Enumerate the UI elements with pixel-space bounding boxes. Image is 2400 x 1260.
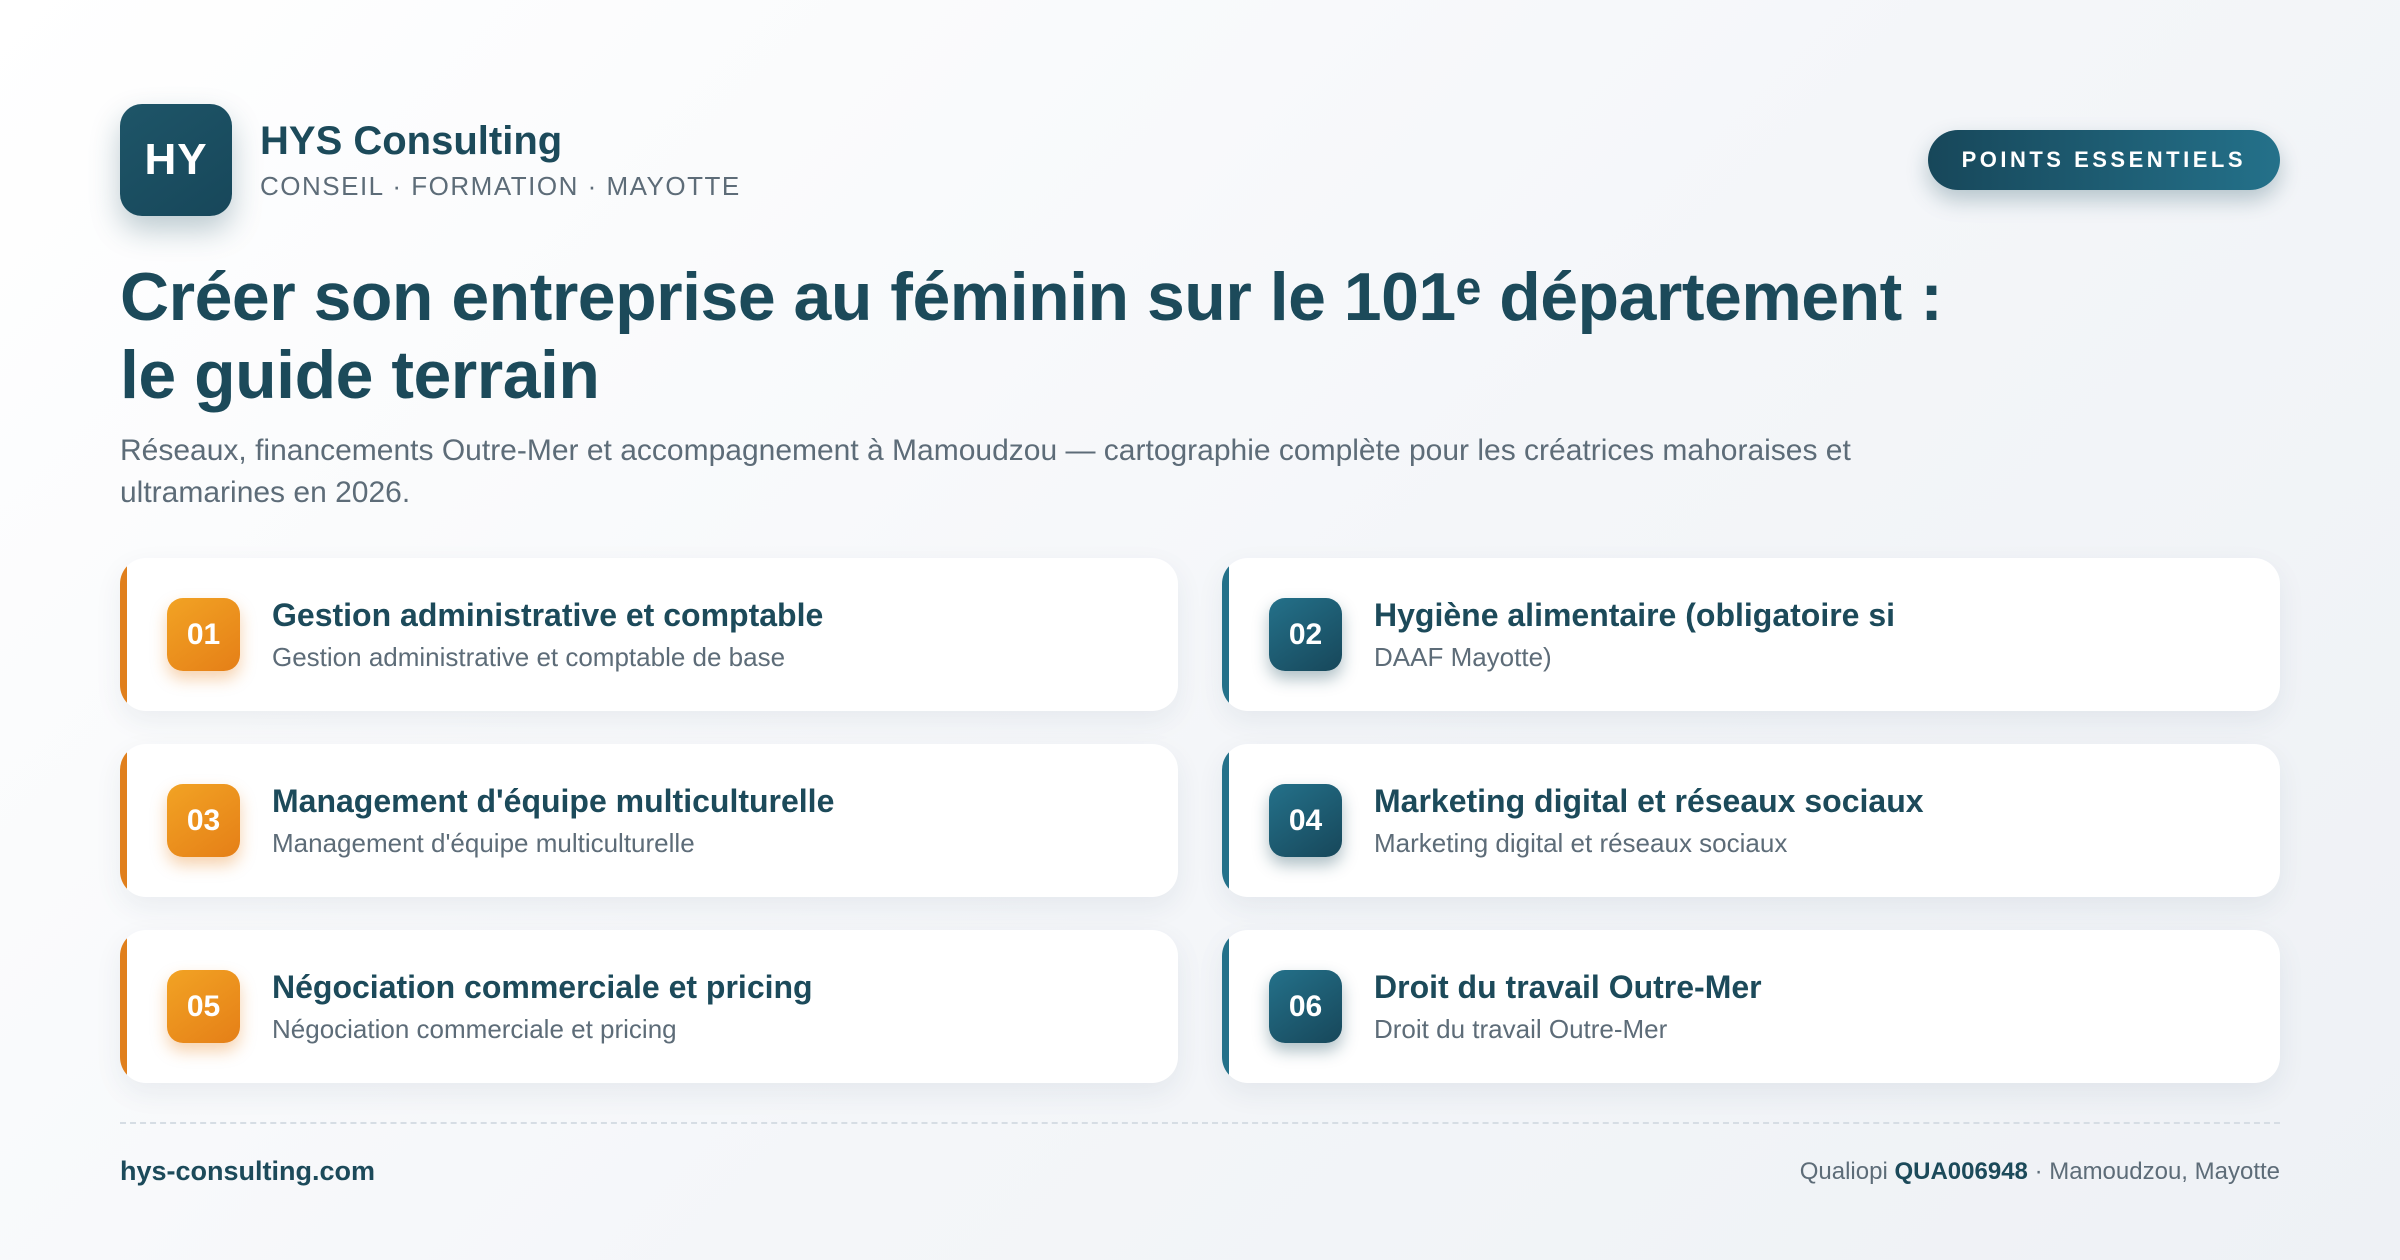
card-number-badge: 03 bbox=[167, 784, 240, 857]
key-point-card: 02 Hygiène alimentaire (obligatoire si D… bbox=[1222, 558, 2280, 711]
card-number-badge: 06 bbox=[1269, 970, 1342, 1043]
brand-text: HYS Consulting CONSEIL · FORMATION · MAY… bbox=[260, 119, 741, 202]
card-number-badge: 02 bbox=[1269, 598, 1342, 671]
page-title: Créer son entreprise au féminin sur le 1… bbox=[120, 258, 2120, 414]
key-points-grid: 01 Gestion administrative et comptable G… bbox=[120, 558, 2280, 1083]
card-title: Négociation commerciale et pricing bbox=[272, 968, 813, 1005]
card-accent-bar bbox=[120, 930, 127, 1083]
card-title: Management d'équipe multiculturelle bbox=[272, 782, 835, 819]
card-description: Négociation commerciale et pricing bbox=[272, 1014, 677, 1045]
page-subtitle: Réseaux, financements Outre-Mer et accom… bbox=[120, 434, 1851, 509]
card-text: Négociation commerciale et pricing Négoc… bbox=[272, 968, 813, 1046]
card-description: Management d'équipe multiculturelle bbox=[272, 828, 695, 859]
card-title: Marketing digital et réseaux sociaux bbox=[1374, 782, 1924, 819]
card-number-badge: 05 bbox=[167, 970, 240, 1043]
key-point-card: 01 Gestion administrative et comptable G… bbox=[120, 558, 1178, 711]
card-text: Hygiène alimentaire (obligatoire si DAAF… bbox=[1374, 596, 1895, 674]
key-point-card: 04 Marketing digital et réseaux sociaux … bbox=[1222, 744, 2280, 897]
card-description: Marketing digital et réseaux sociaux bbox=[1374, 828, 1788, 859]
card-number-badge: 04 bbox=[1269, 784, 1342, 857]
card-accent-bar bbox=[120, 744, 127, 897]
card-title: Droit du travail Outre-Mer bbox=[1374, 968, 1762, 1005]
footer-certification: Qualiopi QUA006948 · Mamoudzou, Mayotte bbox=[1800, 1158, 2280, 1186]
footer-location: · Mamoudzou, Mayotte bbox=[2034, 1158, 2280, 1185]
card-description: DAAF Mayotte) bbox=[1374, 642, 1552, 673]
page-title-line-1: Créer son entreprise au féminin sur le 1… bbox=[120, 259, 1943, 335]
card-accent-bar bbox=[1222, 744, 1229, 897]
card-accent-bar bbox=[1222, 558, 1229, 711]
footer-divider bbox=[120, 1122, 2280, 1124]
card-title: Gestion administrative et comptable bbox=[272, 596, 824, 633]
card-accent-bar bbox=[1222, 930, 1229, 1083]
key-point-card: 06 Droit du travail Outre-Mer Droit du t… bbox=[1222, 930, 2280, 1083]
card-title: Hygiène alimentaire (obligatoire si bbox=[1374, 596, 1896, 633]
card-text: Marketing digital et réseaux sociaux Mar… bbox=[1374, 782, 1924, 860]
card-number-badge: 01 bbox=[167, 598, 240, 671]
brand-tagline: CONSEIL · FORMATION · MAYOTTE bbox=[260, 170, 741, 201]
card-description: Droit du travail Outre-Mer bbox=[1374, 1014, 1668, 1045]
website-link[interactable]: hys-consulting.com bbox=[120, 1156, 375, 1187]
brand-name: HYS Consulting bbox=[260, 118, 563, 163]
page-title-line-2: le guide terrain bbox=[120, 337, 600, 413]
page: HY HYS Consulting CONSEIL · FORMATION · … bbox=[120, 0, 2280, 1260]
key-point-card: 03 Management d'équipe multiculturelle M… bbox=[120, 744, 1178, 897]
certification-label: Qualiopi bbox=[1799, 1158, 1888, 1185]
key-point-card: 05 Négociation commerciale et pricing Né… bbox=[120, 930, 1178, 1083]
brand-logo: HY bbox=[120, 104, 232, 216]
card-accent-bar bbox=[120, 558, 127, 711]
certification-id: QUA006948 bbox=[1894, 1158, 2028, 1185]
card-text: Droit du travail Outre-Mer Droit du trav… bbox=[1374, 968, 1762, 1046]
card-description: Gestion administrative et comptable de b… bbox=[272, 642, 786, 673]
card-text: Gestion administrative et comptable Gest… bbox=[272, 596, 823, 674]
brand-header: HY HYS Consulting CONSEIL · FORMATION · … bbox=[120, 104, 741, 216]
card-text: Management d'équipe multiculturelle Mana… bbox=[272, 782, 834, 860]
points-essentiels-badge: POINTS ESSENTIELS bbox=[1927, 130, 2280, 190]
